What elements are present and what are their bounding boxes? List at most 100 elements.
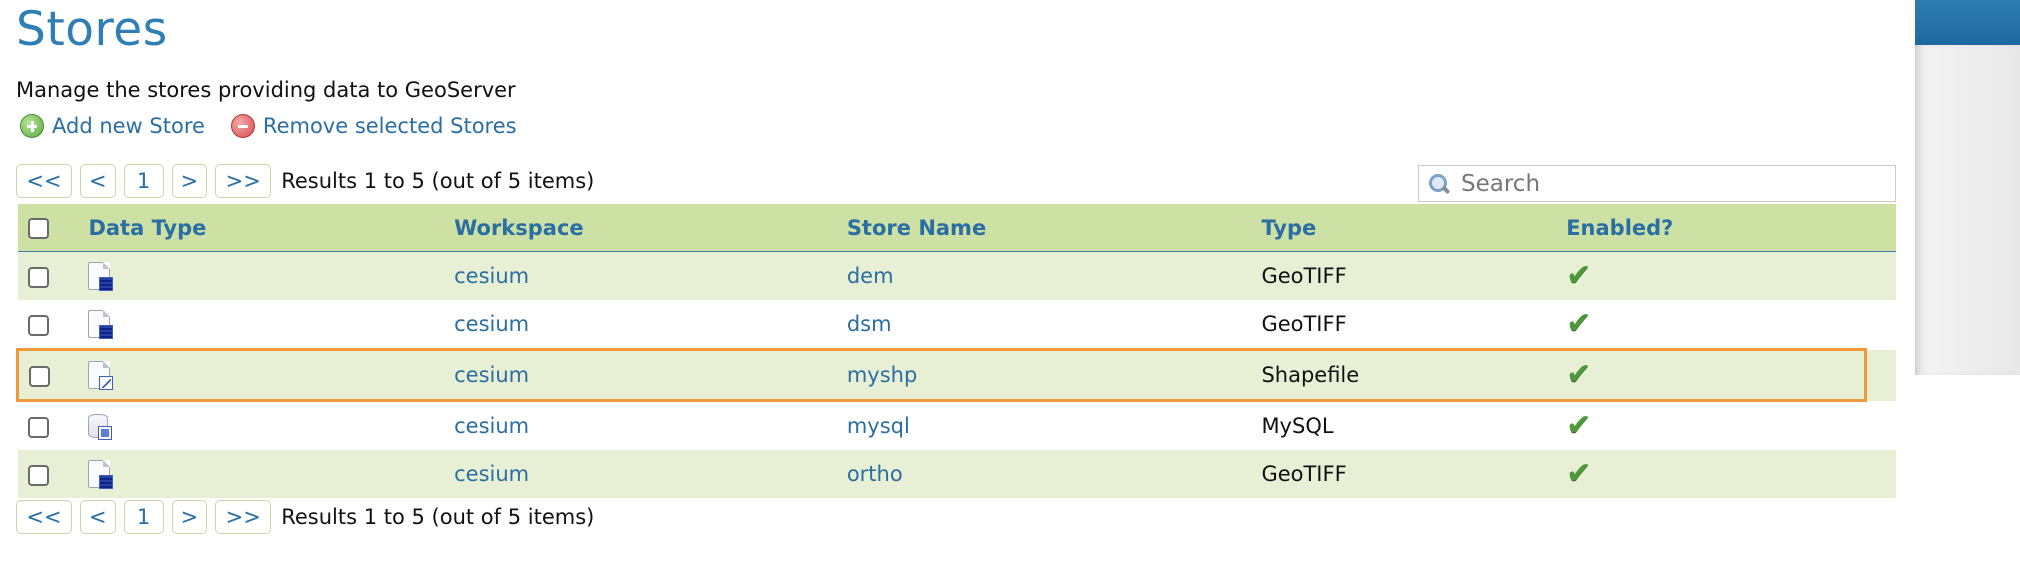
row-spacer (1865, 349, 1896, 401)
row-select-cell (16, 348, 89, 402)
page-1-button[interactable]: 1 (123, 164, 164, 198)
store-name-link[interactable]: ortho (847, 462, 903, 486)
enabled-cell: ✔ (1566, 251, 1866, 300)
data-type-cell (88, 348, 455, 402)
store-name-cell: dem (846, 251, 1262, 300)
workspace-cell: cesium (454, 251, 847, 300)
remove-selected-stores-label[interactable]: Remove selected Stores (263, 114, 517, 138)
workspace-link[interactable]: cesium (454, 312, 529, 336)
row-select-cell (17, 450, 89, 498)
raster-file-icon (88, 310, 114, 339)
store-name-link[interactable]: myshp (847, 363, 917, 387)
store-name-cell: myshp (846, 348, 1262, 402)
stores-table: Data Type Workspace Store Name Type Enab… (16, 204, 1896, 498)
row-spacer (1865, 300, 1896, 350)
type-cell: MySQL (1261, 400, 1567, 450)
vector-file-icon (88, 361, 114, 390)
store-actions: Add new Store Remove selected Stores (20, 114, 517, 138)
workspace-link[interactable]: cesium (454, 264, 529, 288)
workspace-cell: cesium (454, 450, 847, 498)
enabled-cell: ✔ (1566, 450, 1866, 498)
raster-file-icon (88, 460, 114, 489)
store-name-cell: dsm (846, 300, 1262, 350)
first-page-button[interactable]: << (16, 164, 72, 198)
sidebar-shadow (1915, 45, 2020, 375)
enabled-cell: ✔ (1566, 400, 1866, 450)
row-checkbox[interactable] (29, 365, 50, 387)
header-workspace[interactable]: Workspace (454, 204, 847, 252)
first-page-button[interactable]: << (16, 500, 72, 534)
row-select-cell (17, 251, 89, 300)
enabled-check-icon: ✔ (1566, 408, 1592, 443)
enabled-cell: ✔ (1566, 300, 1866, 350)
store-name-cell: ortho (846, 450, 1262, 498)
table-row: cesium dsm GeoTIFF ✔ (17, 300, 1896, 350)
workspace-link[interactable]: cesium (454, 462, 529, 486)
prev-page-button[interactable]: < (80, 164, 116, 198)
workspace-cell: cesium (454, 400, 847, 450)
store-name-link[interactable]: mysql (847, 414, 910, 438)
row-checkbox[interactable] (27, 266, 49, 288)
search-box[interactable] (1418, 165, 1896, 202)
raster-file-icon (88, 262, 114, 291)
enabled-cell: ✔ (1566, 348, 1868, 402)
select-all-checkbox[interactable] (27, 218, 49, 239)
prev-page-button[interactable]: < (80, 500, 116, 534)
table-header-row: Data Type Workspace Store Name Type Enab… (17, 204, 1896, 252)
pager-top: << < 1 > >> Results 1 to 5 (out of 5 ite… (16, 164, 594, 198)
next-page-button[interactable]: > (171, 500, 208, 534)
workspace-link[interactable]: cesium (454, 414, 529, 438)
type-cell: GeoTIFF (1261, 300, 1567, 350)
header-type[interactable]: Type (1261, 204, 1567, 252)
add-new-store-button[interactable]: Add new Store (20, 114, 205, 138)
header-enabled[interactable]: Enabled? (1566, 204, 1866, 252)
header-spacer (1865, 204, 1896, 252)
table-row: cesium ortho GeoTIFF ✔ (17, 450, 1896, 498)
store-name-cell: mysql (846, 400, 1262, 450)
row-spacer (1865, 400, 1896, 450)
workspace-cell: cesium (454, 348, 847, 402)
search-input[interactable] (1459, 169, 1883, 198)
header-data-type[interactable]: Data Type (88, 204, 455, 252)
page-title: Stores (16, 2, 168, 57)
last-page-button[interactable]: >> (215, 500, 272, 534)
table-row-highlighted: cesium myshp Shapefile ✔ (16, 348, 1896, 402)
row-spacer (1865, 251, 1896, 300)
add-icon (20, 114, 44, 138)
next-page-button[interactable]: > (171, 164, 208, 198)
table-row: cesium dem GeoTIFF ✔ (17, 251, 1896, 300)
pager-bottom: << < 1 > >> Results 1 to 5 (out of 5 ite… (16, 500, 594, 534)
workspace-link[interactable]: cesium (454, 363, 529, 387)
table-row: cesium mysql MySQL ✔ (17, 400, 1896, 450)
search-icon (1429, 173, 1449, 194)
type-cell: GeoTIFF (1261, 251, 1567, 300)
results-count: Results 1 to 5 (out of 5 items) (281, 169, 595, 193)
select-all-cell (17, 204, 89, 252)
enabled-check-icon: ✔ (1566, 258, 1592, 293)
row-select-cell (17, 400, 89, 450)
row-checkbox[interactable] (27, 314, 49, 336)
workspace-cell: cesium (454, 300, 847, 350)
enabled-check-icon: ✔ (1566, 306, 1592, 341)
database-icon (88, 412, 113, 440)
remove-icon (230, 114, 255, 138)
row-checkbox[interactable] (27, 464, 49, 486)
enabled-check-icon: ✔ (1566, 456, 1592, 491)
data-type-cell (88, 251, 455, 300)
add-new-store-label[interactable]: Add new Store (52, 114, 205, 138)
remove-selected-stores-button[interactable]: Remove selected Stores (230, 114, 517, 138)
data-type-cell (88, 400, 455, 450)
header-store-name[interactable]: Store Name (846, 204, 1262, 252)
store-name-link[interactable]: dem (847, 264, 894, 288)
page-1-button[interactable]: 1 (123, 500, 164, 534)
row-spacer (1865, 450, 1896, 498)
data-type-cell (88, 450, 455, 498)
last-page-button[interactable]: >> (215, 164, 272, 198)
type-cell: GeoTIFF (1261, 450, 1567, 498)
enabled-check-icon: ✔ (1566, 357, 1592, 392)
header-bar-edge (1915, 0, 2020, 45)
row-checkbox[interactable] (27, 416, 49, 438)
page-description: Manage the stores providing data to GeoS… (16, 78, 516, 102)
store-name-link[interactable]: dsm (847, 312, 892, 336)
data-type-cell (88, 300, 455, 350)
